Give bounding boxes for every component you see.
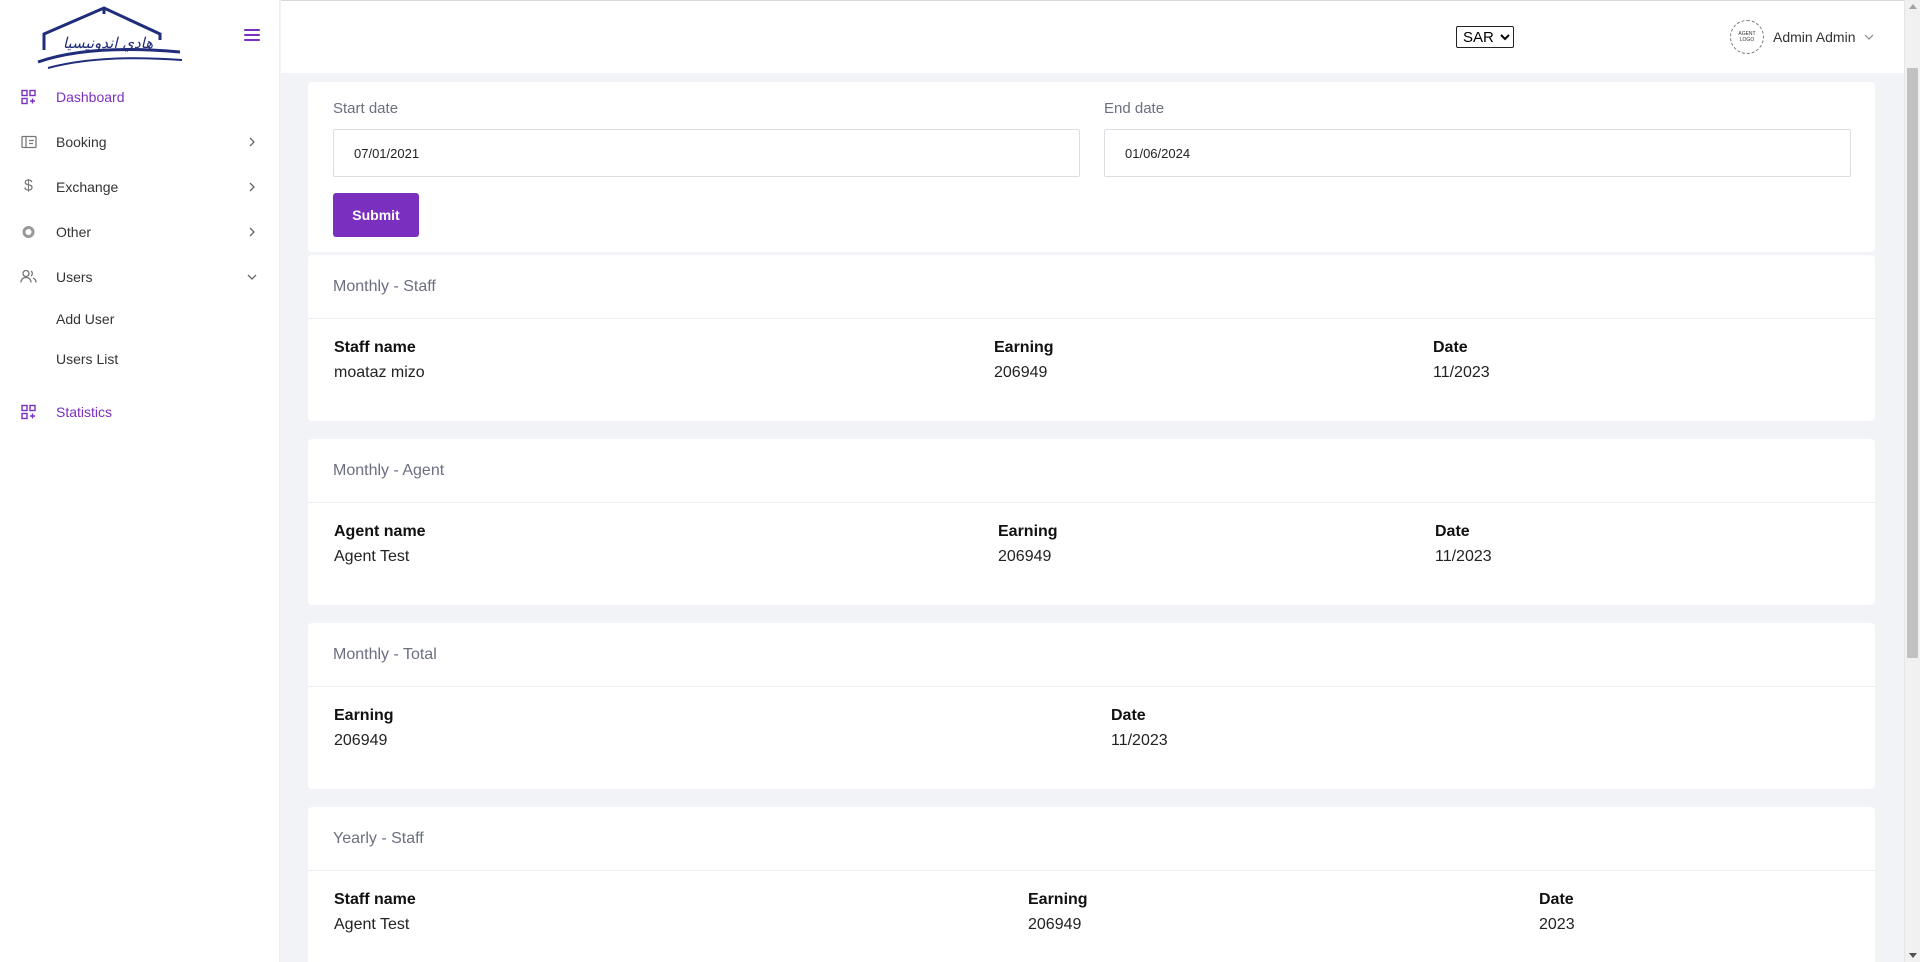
column-value: Agent Test (334, 916, 410, 933)
column-header: Date (1435, 523, 1470, 540)
stat-column: Date 11/2023 (1111, 707, 1168, 750)
column-header: Date (1539, 891, 1574, 908)
stats-row: Earning 206949 Date 11/2023 (308, 687, 1875, 771)
date-filter-card: Start date End date Submit (308, 82, 1875, 252)
end-date-label: End date (1104, 100, 1165, 117)
sidebar-item-booking[interactable]: Booking (0, 119, 279, 164)
page-scrollbar[interactable] (1904, 0, 1920, 962)
stat-column: Agent name Agent Test (334, 523, 426, 566)
currency-select[interactable]: SAR (1456, 26, 1514, 48)
dashboard-grid-icon (20, 88, 37, 105)
column-value: 11/2023 (1435, 548, 1492, 565)
brand-logo[interactable]: هادي اندونيسيا (30, 4, 190, 74)
column-header: Date (1433, 339, 1468, 356)
logo-area: هادي اندونيسيا (0, 0, 279, 74)
column-value: 2023 (1539, 916, 1575, 933)
card-title: Monthly - Total (308, 623, 1875, 687)
user-name[interactable]: Admin Admin (1773, 29, 1855, 45)
sidebar-subitem-label: Add User (56, 311, 115, 327)
avatar[interactable]: AGENT LOGO (1730, 20, 1764, 54)
sidebar-item-label: Statistics (56, 403, 113, 420)
column-value: 206949 (334, 732, 388, 749)
column-value: moataz mizo (334, 364, 425, 381)
dollar-icon: $ (24, 177, 33, 195)
column-header: Date (1111, 707, 1146, 724)
sidebar-item-dashboard[interactable]: Dashboard (0, 74, 279, 119)
stat-column: Earning 206949 (994, 339, 1054, 382)
card-title: Monthly - Staff (308, 255, 1875, 319)
chevron-right-icon (249, 182, 255, 191)
start-date-label: Start date (333, 100, 399, 117)
column-value: Agent Test (334, 548, 410, 565)
sidebar-item-label: Other (56, 223, 92, 240)
stat-column: Earning 206949 (334, 707, 394, 750)
sidebar: هادي اندونيسيا Dashboard Booking $ Excha… (0, 0, 280, 962)
sidebar-subitem-label: Users List (56, 351, 119, 367)
nav-spacer (0, 379, 279, 389)
sidebar-subitem-add-user[interactable]: Add User (0, 299, 279, 339)
sidebar-item-label: Exchange (56, 178, 119, 195)
chevron-down-icon[interactable] (1864, 33, 1874, 41)
stats-row: Staff name Agent Test Earning 206949 Dat… (308, 871, 1875, 955)
stat-column: Earning 206949 (1028, 891, 1088, 934)
monthly-total-card: Monthly - Total Earning 206949 Date 11/2… (308, 623, 1875, 789)
sidebar-item-label: Users (56, 268, 93, 285)
column-header: Agent name (334, 523, 426, 540)
card-title: Yearly - Staff (308, 807, 1875, 871)
logo-text: هادي اندونيسيا (63, 34, 153, 52)
submit-button[interactable]: Submit (333, 193, 419, 237)
column-header: Earning (1028, 891, 1088, 908)
sidebar-item-exchange[interactable]: $ Exchange (0, 164, 279, 209)
stat-column: Date 2023 (1539, 891, 1575, 934)
end-date-input[interactable] (1104, 129, 1851, 177)
yearly-staff-card: Yearly - Staff Staff name Agent Test Ear… (308, 807, 1875, 962)
stat-column: Staff name moataz mizo (334, 339, 425, 382)
stats-row: Agent name Agent Test Earning 206949 Dat… (308, 503, 1875, 587)
column-header: Earning (998, 523, 1058, 540)
stat-column: Date 11/2023 (1435, 523, 1492, 566)
circle-icon (20, 223, 37, 240)
start-date-input[interactable] (333, 129, 1080, 177)
monthly-staff-card: Monthly - Staff Staff name moataz mizo E… (308, 255, 1875, 421)
column-value: 206949 (1028, 916, 1082, 933)
avatar-text: AGENT LOGO (1738, 31, 1756, 43)
monthly-agent-card: Monthly - Agent Agent name Agent Test Ea… (308, 439, 1875, 605)
column-header: Earning (334, 707, 394, 724)
sidebar-subitem-users-list[interactable]: Users List (0, 339, 279, 379)
scroll-thumb[interactable] (1907, 68, 1918, 658)
stats-row: Staff name moataz mizo Earning 206949 Da… (308, 319, 1875, 403)
sidebar-nav: Dashboard Booking $ Exchange Other Users… (0, 74, 279, 434)
chevron-down-icon (247, 274, 257, 280)
chevron-right-icon (249, 137, 255, 146)
menu-toggle-icon[interactable] (244, 29, 260, 41)
column-value: 206949 (998, 548, 1052, 565)
column-value: 11/2023 (1111, 732, 1168, 749)
column-header: Staff name (334, 891, 416, 908)
sidebar-item-label: Dashboard (56, 88, 125, 105)
scroll-down-arrow-icon[interactable] (1909, 953, 1917, 958)
stat-column: Date 11/2023 (1433, 339, 1490, 382)
chevron-right-icon (249, 227, 255, 236)
sidebar-item-label: Booking (56, 133, 107, 150)
ticket-icon (20, 133, 37, 150)
column-header: Earning (994, 339, 1054, 356)
stat-column: Staff name Agent Test (334, 891, 416, 934)
sidebar-item-other[interactable]: Other (0, 209, 279, 254)
users-icon (20, 268, 37, 285)
sidebar-item-users[interactable]: Users (0, 254, 279, 299)
sidebar-item-statistics[interactable]: Statistics (0, 389, 279, 434)
top-bar: SAR AGENT LOGO Admin Admin (281, 0, 1904, 73)
column-value: 206949 (994, 364, 1048, 381)
column-header: Staff name (334, 339, 416, 356)
scroll-up-arrow-icon[interactable] (1909, 4, 1917, 9)
card-title: Monthly - Agent (308, 439, 1875, 503)
stat-column: Earning 206949 (998, 523, 1058, 566)
column-value: 11/2023 (1433, 364, 1490, 381)
dashboard-grid-icon (20, 403, 37, 420)
